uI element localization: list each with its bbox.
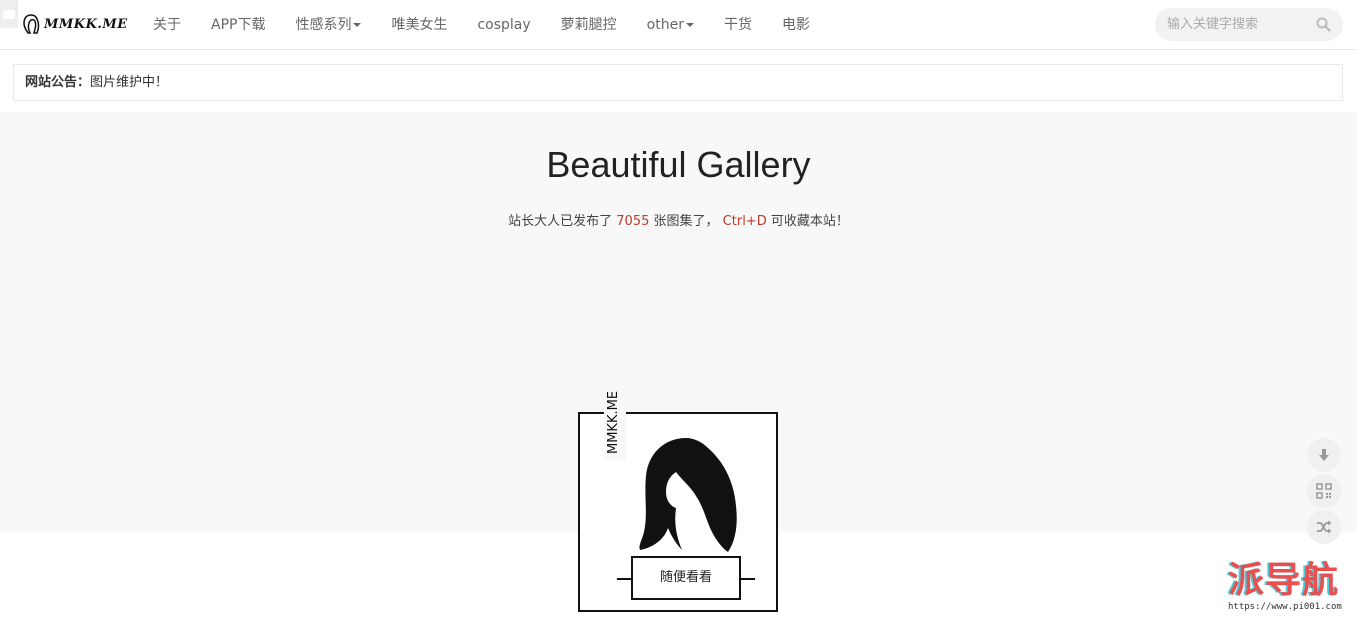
nav-item-about[interactable]: 关于 — [138, 0, 196, 50]
shuffle-button[interactable] — [1307, 510, 1341, 544]
nav-label: APP下载 — [211, 17, 266, 33]
hero-sub-text: 可收藏本站！ — [770, 214, 849, 229]
nav-item-loli-legs[interactable]: 萝莉腿控 — [546, 0, 632, 50]
gallery-count: 7055 — [616, 214, 650, 229]
vertical-logo-text: MMKK.ME — [606, 390, 621, 454]
hero-subtitle: 站长大人已发布了 7055 张图集了， Ctrl+D 可收藏本站！ — [0, 210, 1357, 229]
nav-label: other — [646, 17, 684, 33]
watermark-title: 派导航 — [1228, 560, 1340, 601]
search-icon[interactable] — [1316, 17, 1331, 32]
nav-label: 萝莉腿控 — [560, 17, 617, 33]
site-notice: 网站公告：图片维护中！ — [13, 64, 1343, 101]
caret-down-icon — [685, 23, 694, 27]
notice-label: 网站公告： — [25, 75, 91, 90]
watermark: 派导航 https://www.pi001.com — [1228, 560, 1352, 613]
nav-label: 关于 — [153, 17, 181, 33]
notice-text: 图片维护中！ — [90, 75, 169, 90]
nav-item-cosplay[interactable]: cosplay — [462, 0, 545, 50]
main-nav: 关于 APP下载 性感系列 唯美女生 cosplay 萝莉腿控 other 干货… — [138, 0, 825, 50]
nav-item-movies[interactable]: 电影 — [767, 0, 825, 50]
nav-label: 干货 — [723, 17, 752, 33]
nav-label: 性感系列 — [295, 17, 352, 33]
watermark-url: https://www.pi001.com — [1228, 602, 1342, 612]
shuffle-icon — [1317, 520, 1332, 534]
search-box — [1155, 8, 1343, 41]
decor-dash — [617, 578, 631, 580]
nav-item-dry-goods[interactable]: 干货 — [709, 0, 767, 50]
nav-item-other[interactable]: other — [632, 0, 709, 50]
nav-item-app-download[interactable]: APP下载 — [196, 0, 280, 50]
woman-silhouette-icon — [639, 438, 737, 552]
nav-item-sexy-series[interactable]: 性感系列 — [280, 0, 376, 50]
woman-silhouette-icon — [23, 14, 40, 34]
decor-dash — [741, 578, 755, 580]
qr-code-icon — [1316, 483, 1332, 499]
hero-title: Beautiful Gallery — [546, 144, 811, 185]
corner-toggle[interactable] — [0, 0, 18, 28]
nav-item-beautiful-girls[interactable]: 唯美女生 — [376, 0, 462, 50]
top-navbar: MMKK.ME 关于 APP下载 性感系列 唯美女生 cosplay 萝莉腿控 … — [0, 0, 1357, 50]
site-logo[interactable]: MMKK.ME — [22, 14, 128, 34]
nav-label: cosplay — [477, 17, 531, 33]
hero-sub-text: 张图集了， — [653, 214, 719, 229]
arrow-down-icon — [1319, 449, 1329, 461]
search-input[interactable] — [1155, 8, 1305, 41]
random-browse-button[interactable]: 随便看看 — [631, 556, 741, 600]
bookmark-shortcut: Ctrl+D — [722, 214, 767, 229]
scroll-down-button[interactable] — [1307, 438, 1341, 472]
hero-sub-text: 站长大人已发布了 — [508, 214, 613, 229]
nav-label: 唯美女生 — [391, 17, 448, 33]
caret-down-icon — [353, 23, 362, 27]
qr-code-button[interactable] — [1307, 474, 1341, 508]
nav-label: 电影 — [781, 17, 810, 33]
logo-text: MMKK.ME — [44, 16, 128, 32]
